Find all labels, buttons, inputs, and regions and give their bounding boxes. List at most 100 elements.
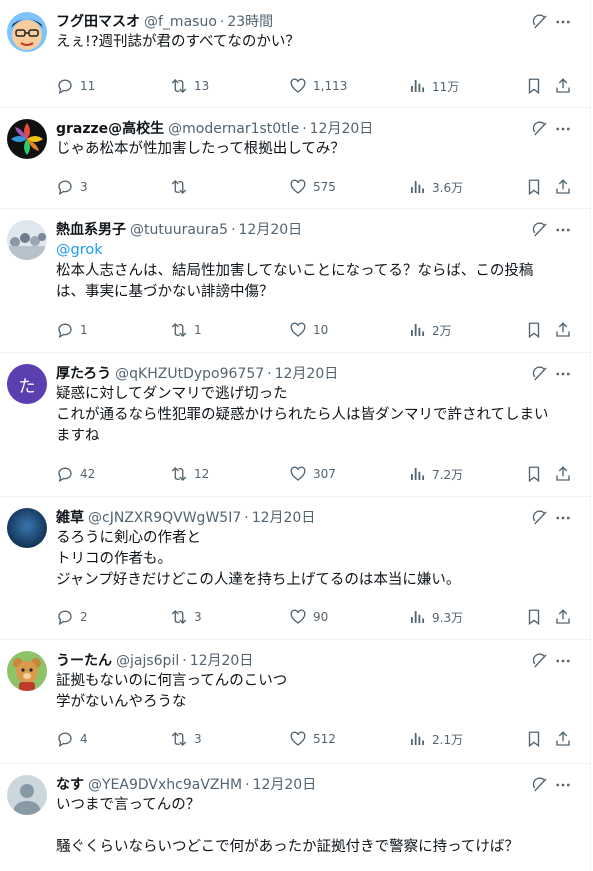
mention-link[interactable]: @grok [56, 240, 576, 261]
reply-count: 1 [80, 323, 88, 337]
retweet-button[interactable]: 3 [170, 607, 202, 627]
views-button[interactable]: 7.2万 [408, 464, 463, 484]
more-icon[interactable] [554, 365, 572, 383]
display-name[interactable]: 厚たろう [56, 366, 111, 382]
retweet-button[interactable]: 1 [170, 320, 202, 340]
bookmark-button[interactable] [525, 464, 543, 484]
avatar[interactable] [7, 12, 47, 52]
post-time[interactable]: 12月20日 [190, 653, 254, 669]
grok-icon[interactable] [531, 13, 549, 31]
more-icon[interactable] [554, 13, 572, 31]
share-button[interactable] [554, 177, 572, 197]
share-button[interactable] [554, 729, 572, 749]
reply-button[interactable]: 1 [56, 320, 88, 340]
avatar[interactable] [7, 220, 47, 260]
separator-dot: · [267, 366, 272, 382]
display-name[interactable]: うーたん [56, 653, 112, 669]
user-handle[interactable]: @modernar1st0tle [168, 121, 299, 137]
user-handle[interactable]: @cJNZXR9QVWgW5I7 [88, 510, 241, 526]
post[interactable]: た 厚たろう @qKHZUtDypo96757 · 12月20日 疑惑に対してダンマリ… [0, 352, 590, 497]
share-button[interactable] [554, 464, 572, 484]
bookmark-button[interactable] [525, 76, 543, 96]
like-button[interactable]: 575 [289, 177, 336, 197]
retweet-button[interactable]: 13 [170, 76, 209, 96]
grok-icon[interactable] [531, 652, 549, 670]
like-button[interactable]: 10 [289, 320, 328, 340]
reply-button[interactable]: 42 [56, 464, 95, 484]
grok-icon[interactable] [531, 365, 549, 383]
views-button[interactable]: 2万 [408, 320, 452, 340]
grok-icon[interactable] [531, 221, 549, 239]
post-time[interactable]: 12月20日 [310, 121, 374, 137]
views-icon [408, 77, 426, 95]
retweet-button[interactable] [170, 177, 194, 197]
bookmark-button[interactable] [525, 177, 543, 197]
display-name[interactable]: grazze@高校生 [56, 121, 164, 137]
views-button[interactable]: 11万 [408, 76, 459, 96]
reply-count: 2 [80, 610, 88, 624]
display-name[interactable]: フグ田マスオ [56, 14, 140, 30]
post-time[interactable]: 12月20日 [275, 366, 339, 382]
share-button[interactable] [554, 320, 572, 340]
user-handle[interactable]: @YEA9DVxhc9aVZHM [88, 777, 242, 793]
view-count: 7.2万 [432, 467, 464, 482]
like-button[interactable]: 307 [289, 464, 336, 484]
retweet-count: 3 [194, 610, 202, 624]
more-icon[interactable] [554, 509, 572, 527]
more-icon[interactable] [554, 652, 572, 670]
like-count: 10 [313, 323, 329, 337]
display-name[interactable]: 熱血系男子 [56, 222, 126, 238]
post[interactable]: 熱血系男子 @tutuuraura5 · 12月20日 @grok 松本人志さんは、結… [0, 208, 590, 353]
reply-button[interactable]: 3 [56, 177, 88, 197]
post[interactable]: なす @YEA9DVxhc9aVZHM · 12月20日 いつまで言ってんの？ 騒ぐく… [0, 763, 590, 871]
display-name[interactable]: なす [56, 777, 84, 793]
avatar[interactable] [7, 119, 47, 159]
grok-icon[interactable] [531, 120, 549, 138]
user-handle[interactable]: @jajs6pil [116, 653, 179, 669]
post-text: じゃあ松本が性加害したって根拠出してみ？ [56, 139, 576, 160]
retweet-button[interactable]: 12 [170, 464, 209, 484]
post-time[interactable]: 12月20日 [252, 510, 316, 526]
more-icon[interactable] [554, 221, 572, 239]
post[interactable]: 雑草 @cJNZXR9QVWgW5I7 · 12月20日 るろうに剣心の作者と トリコ… [0, 496, 590, 640]
post[interactable]: フグ田マスオ @f_masuo · 23時間 えぇ!?週刊誌が君のすべてなのかい？ 1… [0, 0, 590, 108]
share-icon [554, 178, 572, 196]
share-button[interactable] [554, 76, 572, 96]
post[interactable]: うーたん @jajs6pil · 12月20日 証拠もないのに何言ってんのこいつ 学が… [0, 639, 590, 764]
user-handle[interactable]: @f_masuo [144, 14, 217, 30]
user-handle[interactable]: @tutuuraura5 [130, 222, 228, 238]
bookmark-button[interactable] [525, 729, 543, 749]
avatar[interactable] [7, 508, 47, 548]
bookmark-button[interactable] [525, 607, 543, 627]
avatar[interactable]: た [7, 364, 47, 404]
post-header: 熱血系男子 @tutuuraura5 · 12月20日 [56, 220, 530, 240]
bookmark-button[interactable] [525, 320, 543, 340]
like-icon [289, 730, 307, 748]
reply-button[interactable]: 4 [56, 729, 88, 749]
post[interactable]: grazze@高校生 @modernar1st0tle · 12月20日 じゃあ松本が… [0, 107, 590, 209]
avatar[interactable] [7, 651, 47, 691]
views-button[interactable]: 9.3万 [408, 607, 463, 627]
like-button[interactable]: 1,113 [289, 76, 347, 96]
post-time[interactable]: 12月20日 [253, 777, 317, 793]
grok-icon[interactable] [531, 776, 549, 794]
retweet-button[interactable]: 3 [170, 729, 202, 749]
reply-button[interactable]: 11 [56, 76, 95, 96]
post-time[interactable]: 12月20日 [239, 222, 303, 238]
views-button[interactable]: 3.6万 [408, 177, 463, 197]
post-header: うーたん @jajs6pil · 12月20日 [56, 651, 530, 671]
like-button[interactable]: 90 [289, 607, 328, 627]
more-icon[interactable] [554, 776, 572, 794]
display-name[interactable]: 雑草 [56, 510, 84, 526]
avatar[interactable] [7, 775, 47, 815]
share-button[interactable] [554, 607, 572, 627]
separator-dot: · [245, 777, 250, 793]
post-time[interactable]: 23時間 [227, 14, 273, 30]
views-button[interactable]: 2.1万 [408, 729, 463, 749]
more-icon[interactable] [554, 120, 572, 138]
reply-button[interactable]: 2 [56, 607, 88, 627]
user-handle[interactable]: @qKHZUtDypo96757 [115, 366, 264, 382]
like-count: 1,113 [313, 79, 348, 93]
grok-icon[interactable] [531, 509, 549, 527]
like-button[interactable]: 512 [289, 729, 336, 749]
